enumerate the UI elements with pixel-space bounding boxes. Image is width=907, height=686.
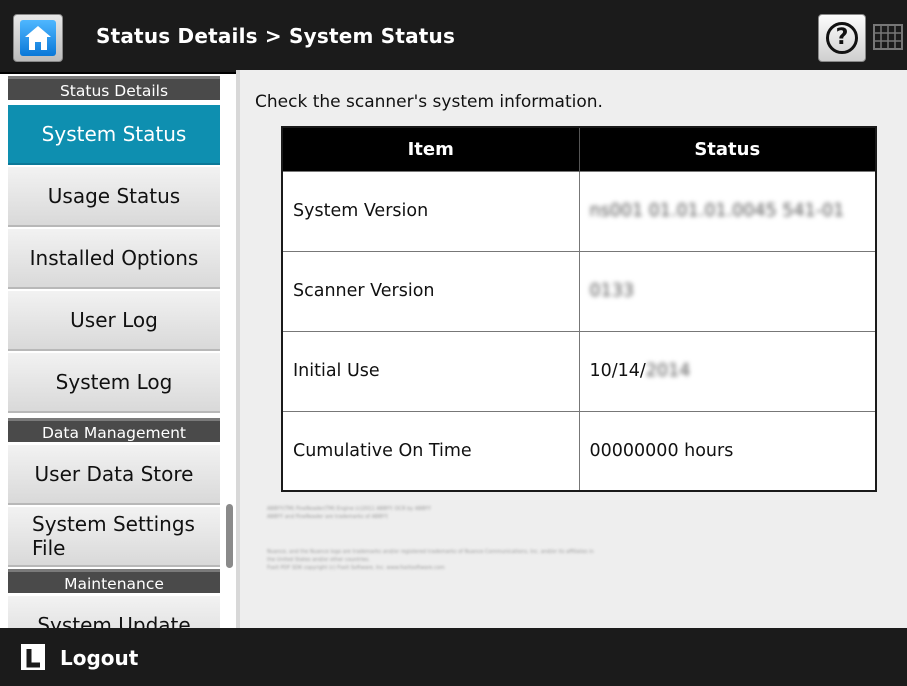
- table-header-row: Item Status: [282, 127, 876, 171]
- page-title: Status Details > System Status: [96, 24, 456, 48]
- row-value-scanner-version: 0133: [579, 250, 876, 331]
- table-row: Cumulative On Time 00000000 hours: [282, 410, 876, 491]
- keyboard-icon: [873, 24, 903, 50]
- row-value-system-version: ns001 01.01.01.0045 541-01: [579, 170, 876, 251]
- sidebar-item-system-log[interactable]: System Log: [8, 353, 220, 413]
- sidebar-item-usage-status[interactable]: Usage Status: [8, 167, 220, 227]
- system-status-table: Item Status System Version ns001 01.01.0…: [281, 126, 877, 492]
- sidebar-item-system-settings-file[interactable]: System Settings File: [8, 507, 220, 567]
- sidebar-section-maintenance: Maintenance: [8, 569, 220, 593]
- footnote-text: the United States and/or other countries…: [267, 557, 370, 563]
- table-row: System Version ns001 01.01.01.0045 541-0…: [282, 170, 876, 251]
- header-bar: Status Details > System Status ?: [0, 0, 907, 74]
- table-row: Initial Use 10/14/2014: [282, 330, 876, 411]
- logout-icon: [21, 644, 45, 670]
- help-button[interactable]: ?: [818, 14, 866, 62]
- sidebar-item-system-update[interactable]: System Update: [8, 596, 220, 628]
- footnote-text: Foxit PDF SDK copyright (c) Foxit Softwa…: [267, 565, 445, 571]
- sidebar-scrollbar-thumb[interactable]: [226, 504, 233, 568]
- keyboard-button[interactable]: [870, 14, 907, 62]
- row-label-scanner-version: Scanner Version: [282, 250, 580, 331]
- column-header-item: Item: [282, 127, 580, 171]
- row-value-cumulative-on-time: 00000000 hours: [579, 410, 876, 491]
- sidebar-section-data-management: Data Management: [8, 418, 220, 442]
- logout-button[interactable]: Logout: [6, 635, 156, 679]
- footnote-text: ABBYY and FineReader are trademarks of A…: [267, 514, 389, 520]
- sidebar-item-user-log[interactable]: User Log: [8, 291, 220, 351]
- page-description: Check the scanner's system information.: [255, 92, 603, 112]
- row-label-system-version: System Version: [282, 170, 580, 251]
- system-version-value: ns001 01.01.01.0045 541-01: [589, 201, 845, 221]
- footnote-text: ABBYY(TM) FineReader(TM) Engine (c)2011 …: [267, 506, 431, 512]
- sidebar-menu: Status Details System Status Usage Statu…: [0, 76, 236, 628]
- home-button[interactable]: [13, 14, 63, 62]
- sidebar-section-status-details: Status Details: [8, 76, 220, 100]
- help-icon: ?: [826, 22, 858, 54]
- row-label-cumulative-on-time: Cumulative On Time: [282, 410, 580, 491]
- footnote-text: Nuance, and the Nuance logo are trademar…: [267, 549, 594, 555]
- column-header-status: Status: [579, 127, 876, 171]
- footer-bar: Logout: [0, 628, 907, 686]
- sidebar-item-user-data-store[interactable]: User Data Store: [8, 445, 220, 505]
- sidebar-item-installed-options[interactable]: Installed Options: [8, 229, 220, 289]
- sidebar-item-system-status[interactable]: System Status: [8, 105, 220, 165]
- table-row: Scanner Version 0133: [282, 250, 876, 331]
- scanner-version-value: 0133: [589, 281, 635, 301]
- row-value-initial-use: 10/14/2014: [579, 330, 876, 411]
- initial-use-year: 2014: [645, 361, 691, 381]
- main-content: Check the scanner's system information. …: [240, 70, 907, 628]
- logout-label: Logout: [60, 646, 139, 670]
- initial-use-date-prefix: 10/14/: [589, 361, 646, 381]
- home-icon: [20, 20, 56, 56]
- row-label-initial-use: Initial Use: [282, 330, 580, 411]
